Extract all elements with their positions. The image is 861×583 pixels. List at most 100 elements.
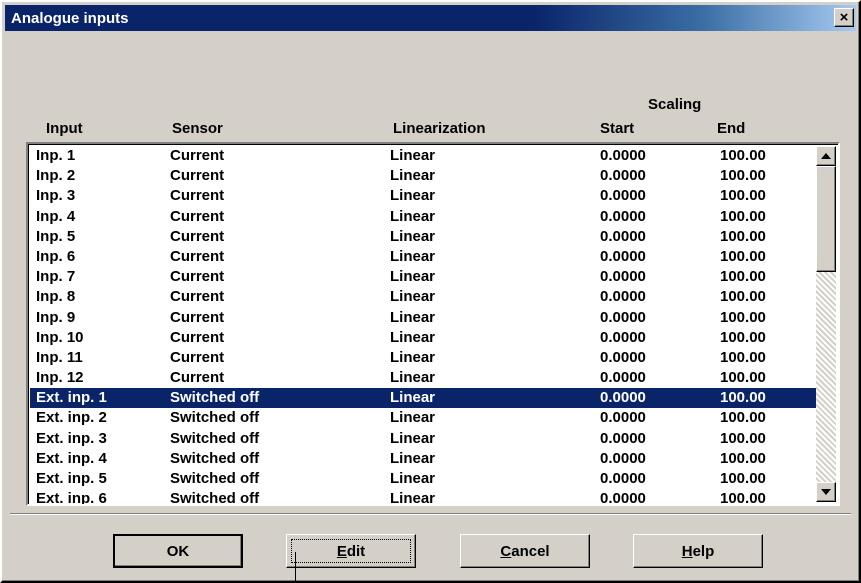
cell-sensor: Current xyxy=(170,268,225,286)
cell-input: Inp. 9 xyxy=(36,308,76,326)
list-item[interactable]: Ext. inp. 3 Switched off Linear 0.0000 100.0… xyxy=(30,429,818,449)
help-button[interactable]: Help xyxy=(633,534,763,568)
list-item[interactable]: Inp. 11 Current Linear 0.0000 100.00 xyxy=(30,348,818,368)
cell-start: 0.0000 xyxy=(600,268,646,286)
list-item[interactable]: Inp. 5 Current Linear 0.0000 100.00 xyxy=(30,227,818,247)
cell-linearization: Linear xyxy=(390,288,436,306)
cell-start: 0.0000 xyxy=(600,429,646,447)
cell-input: Ext. inp. 1 xyxy=(36,389,107,407)
cell-linearization: Linear xyxy=(390,449,436,467)
divider xyxy=(10,513,851,515)
list-item[interactable]: Inp. 10 Current Linear 0.0000 100.00 xyxy=(30,328,818,348)
cancel-label-rest: ancel xyxy=(511,542,550,560)
help-label-rest: elp xyxy=(692,542,715,560)
cell-input: Inp. 4 xyxy=(36,207,76,225)
list-item[interactable]: Ext. inp. 2 Switched off Linear 0.0000 100.0… xyxy=(30,408,818,428)
cell-start: 0.0000 xyxy=(600,207,646,225)
list-item[interactable]: Inp. 12 Current Linear 0.0000 100.00 xyxy=(30,368,818,388)
list-item[interactable]: Inp. 4 Current Linear 0.0000 100.00 xyxy=(30,207,818,227)
list-item[interactable]: Inp. 9 Current Linear 0.0000 100.00 xyxy=(30,308,818,328)
list-item[interactable]: Ext. inp. 5 Switched off Linear 0.0000 100.0… xyxy=(30,469,818,489)
cell-linearization: Linear xyxy=(390,308,436,326)
vertical-scrollbar[interactable] xyxy=(816,146,836,502)
cell-linearization: Linear xyxy=(390,207,436,225)
cell-linearization: Linear xyxy=(390,227,436,245)
edit-button[interactable]: Edit xyxy=(286,534,416,568)
cell-start: 0.0000 xyxy=(600,348,646,366)
cell-end: 100.00 xyxy=(720,429,766,447)
scroll-down-button[interactable] xyxy=(816,482,836,502)
cell-start: 0.0000 xyxy=(600,227,646,245)
cell-sensor: Switched off xyxy=(170,470,260,487)
cell-end: 100.00 xyxy=(720,207,766,225)
cell-sensor: Current xyxy=(170,167,225,185)
inputs-listbox[interactable]: Inp. 1 Current Linear 0.0000 100.00 Inp. 2 Cur… xyxy=(26,142,840,506)
cell-end: 100.00 xyxy=(720,328,766,346)
cell-input: Inp. 2 xyxy=(36,167,76,185)
cell-input: Inp. 10 xyxy=(36,328,84,346)
cell-sensor: Switched off xyxy=(170,429,260,447)
cell-start: 0.0000 xyxy=(600,389,646,407)
scroll-up-button[interactable] xyxy=(816,146,836,166)
ok-label: OK xyxy=(166,542,190,560)
cell-sensor: Current xyxy=(170,348,225,366)
ok-button[interactable]: OK xyxy=(113,534,243,568)
cell-sensor: Current xyxy=(170,187,225,205)
edit-mnemonic: E xyxy=(336,542,347,560)
cell-sensor: Switched off xyxy=(170,449,260,467)
cancel-button[interactable]: Cancel xyxy=(460,534,590,568)
cell-end: 100.00 xyxy=(720,187,766,205)
cell-linearization: Linear xyxy=(390,369,436,387)
scaling-group-header: Scaling xyxy=(648,96,702,113)
title-bar[interactable]: Analogue inputs × xyxy=(5,5,856,31)
list-item[interactable]: Inp. 1 Current Linear 0.0000 100.00 xyxy=(30,146,818,166)
list-item[interactable]: Ext. inp. 6 Switched off Linear 0.0000 100.0… xyxy=(30,489,818,506)
cell-end: 100.00 xyxy=(720,348,766,366)
cell-start: 0.0000 xyxy=(600,247,646,265)
cell-start: 0.0000 xyxy=(600,167,646,185)
inputs-list: Inp. 1 Current Linear 0.0000 100.00 Inp. 2 Cur… xyxy=(30,146,818,506)
list-item[interactable]: Inp. 8 Current Linear 0.0000 100.00 xyxy=(30,287,818,307)
cell-sensor: Current xyxy=(170,308,225,326)
scrollbar-thumb[interactable] xyxy=(816,166,836,272)
cell-input: Inp. 11 xyxy=(36,348,83,366)
close-button[interactable]: × xyxy=(834,8,854,27)
list-item[interactable]: Inp. 2 Current Linear 0.0000 100.00 xyxy=(30,166,818,186)
cell-linearization: Linear xyxy=(390,348,436,366)
cell-linearization: Linear xyxy=(390,409,436,427)
cell-start: 0.0000 xyxy=(600,187,646,205)
cell-end: 100.00 xyxy=(720,490,766,506)
cell-end: 100.00 xyxy=(720,167,766,185)
cell-sensor: Current xyxy=(170,328,225,346)
cell-end: 100.00 xyxy=(720,470,766,487)
cell-linearization: Linear xyxy=(390,247,436,265)
list-item[interactable]: Inp. 3 Current Linear 0.0000 100.00 xyxy=(30,186,818,206)
cell-start: 0.0000 xyxy=(600,449,646,467)
cell-linearization: Linear xyxy=(390,470,436,487)
cell-start: 0.0000 xyxy=(600,490,646,506)
cell-input: Ext. inp. 3 xyxy=(36,429,107,447)
list-item[interactable]: Ext. inp. 4 Switched off Linear 0.0000 100.0… xyxy=(30,449,818,469)
cell-start: 0.0000 xyxy=(600,328,646,346)
column-header-end: End xyxy=(717,120,746,137)
list-item[interactable]: Inp. 7 Current Linear 0.0000 100.00 xyxy=(30,267,818,287)
cell-sensor: Switched off xyxy=(170,389,260,407)
list-item[interactable]: Ext. inp. 1 Switched off Linear 0.0000 100.0… xyxy=(30,388,818,409)
cell-input: Inp. 1 xyxy=(36,147,76,164)
cell-start: 0.0000 xyxy=(600,147,646,164)
cell-end: 100.00 xyxy=(720,449,766,467)
analogue-inputs-dialog: Analogue inputs × Scaling Input Sensor L… xyxy=(0,0,861,583)
close-icon: × xyxy=(839,9,849,26)
cell-start: 0.0000 xyxy=(600,288,646,306)
cell-input: Ext. inp. 4 xyxy=(36,449,107,467)
cell-end: 100.00 xyxy=(720,288,766,306)
cell-input: Inp. 7 xyxy=(36,268,76,286)
cell-linearization: Linear xyxy=(390,490,436,506)
cell-input: Inp. 5 xyxy=(36,227,76,245)
cell-end: 100.00 xyxy=(720,369,766,387)
list-item[interactable]: Inp. 6 Current Linear 0.0000 100.00 xyxy=(30,247,818,267)
cell-sensor: Current xyxy=(170,207,225,225)
cell-linearization: Linear xyxy=(390,167,436,185)
cell-start: 0.0000 xyxy=(600,308,646,326)
cell-sensor: Current xyxy=(170,369,225,387)
